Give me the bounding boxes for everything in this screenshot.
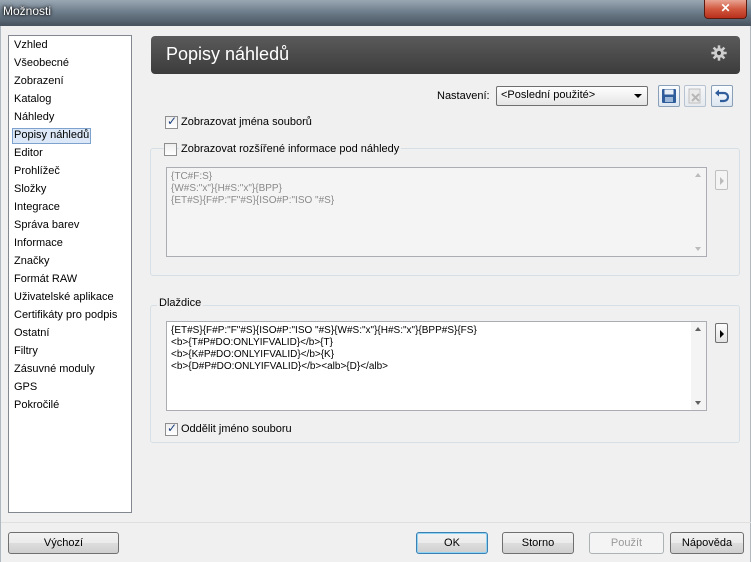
undo-button[interactable] <box>711 85 733 107</box>
sidebar-item[interactable]: Ostatní <box>12 326 51 342</box>
footer-divider <box>1 522 751 523</box>
scroll-up-icon <box>695 173 701 177</box>
sidebar-item[interactable]: Uživatelské aplikace <box>12 290 116 306</box>
sidebar-item[interactable]: Informace <box>12 236 65 252</box>
sidebar-item[interactable]: Katalog <box>12 92 53 108</box>
tiles-template-line: {ET#S}{F#P:"F"#S}{ISO#P:"ISO "#S}{W#S:"x… <box>171 325 477 336</box>
show-filenames-label[interactable]: Zobrazovat jména souborů <box>181 116 312 128</box>
sidebar-item[interactable]: Náhledy <box>12 110 56 126</box>
options-category-list[interactable]: Vzhled Všeobecné Zobrazení Katalog Náhledy Po… <box>8 35 132 513</box>
delete-icon <box>688 88 701 104</box>
save-icon <box>662 89 676 103</box>
extended-info-insert-button[interactable] <box>715 170 728 190</box>
separate-filename-checkbox[interactable] <box>165 421 178 436</box>
settings-preset-select[interactable]: <Poslední použité> <box>496 86 648 106</box>
scroll-down-icon <box>695 247 701 251</box>
tiles-template-line: <b>{D#P#DO:ONLYIFVALID}</b><alb>{D}</alb… <box>171 361 388 372</box>
tiles-insert-button[interactable] <box>715 323 728 343</box>
sidebar-item[interactable]: Zobrazení <box>12 74 66 90</box>
tiles-legend: Dlaždice <box>157 297 204 309</box>
defaults-button[interactable]: Výchozí <box>8 532 119 554</box>
page-title: Popisy náhledů <box>166 44 290 64</box>
tiles-scrollbar[interactable] <box>691 322 706 410</box>
extended-info-checkbox[interactable] <box>164 143 177 156</box>
scroll-down-icon <box>695 401 701 405</box>
sidebar-item[interactable]: Popisy náhledů <box>12 128 92 144</box>
sidebar-item[interactable]: Všeobecné <box>12 56 71 72</box>
scroll-up-icon <box>695 327 701 331</box>
save-preset-button[interactable] <box>658 85 680 107</box>
dialog-body: Vzhled Všeobecné Zobrazení Katalog Náhledy Po… <box>0 26 751 562</box>
close-button[interactable]: ✕ <box>704 0 747 19</box>
sidebar-item[interactable]: Filtry <box>12 344 40 360</box>
tiles-template-line: <b>{K#P#DO:ONLYIFVALID}</b>{K} <box>171 349 335 360</box>
sidebar-item[interactable]: Editor <box>12 146 45 162</box>
extended-info-template[interactable]: {TC#F:S} {W#S:"x"}{H#S:"x"}{BPP} {ET#S}{F#… <box>166 167 707 257</box>
extended-info-template-line: {TC#F:S} <box>171 171 213 182</box>
arrow-right-icon <box>720 330 724 338</box>
sidebar-item[interactable]: Značky <box>12 254 51 270</box>
settings-preset-value: <Poslední použité> <box>501 89 596 101</box>
show-filenames-checkbox[interactable] <box>165 114 178 129</box>
extended-info-scrollbar[interactable] <box>691 168 706 256</box>
sidebar-item[interactable]: Složky <box>12 182 48 198</box>
window-title: Možnosti <box>3 4 52 18</box>
gear-icon[interactable] <box>710 44 728 62</box>
sidebar-item[interactable]: GPS <box>12 380 39 396</box>
sidebar-item[interactable]: Prohlížeč <box>12 164 62 180</box>
tiles-template-line: <b>{T#P#DO:ONLYIFVALID}</b>{T} <box>171 337 333 348</box>
extended-info-label[interactable]: Zobrazovat rozšířené informace pod náhle… <box>179 143 402 155</box>
title-bar[interactable]: Možnosti ✕ <box>0 0 751 26</box>
sidebar-item[interactable]: Pokročilé <box>12 398 61 414</box>
sidebar-item[interactable]: Zásuvné moduly <box>12 362 97 378</box>
undo-icon <box>715 89 730 103</box>
sidebar-item[interactable]: Certifikáty pro podpis <box>12 308 119 324</box>
arrow-right-icon <box>720 177 724 185</box>
delete-preset-button[interactable] <box>684 85 706 107</box>
page-header: Popisy náhledů <box>151 36 740 74</box>
extended-info-template-line: {ET#S}{F#P:"F"#S}{ISO#P:"ISO "#S} <box>171 195 335 206</box>
sidebar-item[interactable]: Integrace <box>12 200 62 216</box>
separate-filename-label[interactable]: Oddělit jméno souboru <box>181 423 292 435</box>
sidebar-item[interactable]: Formát RAW <box>12 272 79 288</box>
extended-info-template-line: {W#S:"x"}{H#S:"x"}{BPP} <box>171 183 282 194</box>
help-button[interactable]: Nápověda <box>670 532 744 554</box>
settings-label: Nastavení: <box>437 90 490 102</box>
chevron-down-icon <box>634 94 642 98</box>
apply-button[interactable]: Použít <box>589 532 664 554</box>
ok-button[interactable]: OK <box>416 532 488 554</box>
tiles-template[interactable]: {ET#S}{F#P:"F"#S}{ISO#P:"ISO "#S}{W#S:"x… <box>166 321 707 411</box>
close-icon: ✕ <box>720 1 731 15</box>
cancel-button[interactable]: Storno <box>502 532 574 554</box>
sidebar-item[interactable]: Správa barev <box>12 218 81 234</box>
sidebar-item[interactable]: Vzhled <box>12 38 50 54</box>
